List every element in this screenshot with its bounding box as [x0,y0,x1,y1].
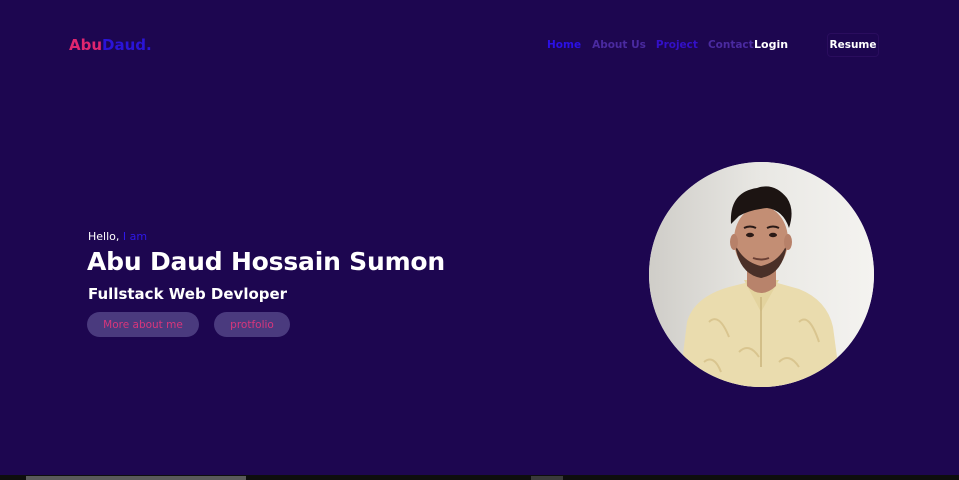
profile-photo-illustration [649,162,874,387]
hero-greeting: Hello, I am [88,230,147,243]
hero-role: Fullstack Web Devloper [88,285,288,303]
profile-photo [649,162,874,387]
site-logo[interactable]: AbuDaud. [69,36,152,54]
nav-project-link[interactable]: Project [656,39,698,51]
login-link[interactable]: Login [754,38,788,51]
main-nav: Home About Us Project Contact [547,39,754,51]
nav-home-link[interactable]: Home [547,39,581,51]
portfolio-button[interactable]: protfolio [214,312,290,337]
logo-part-daud: Daud. [102,36,152,54]
greeting-text: Hello, [88,230,120,243]
logo-part-abu: Abu [69,36,103,54]
resume-button[interactable]: Resume [827,33,879,57]
scrollbar-thumb[interactable] [26,476,246,480]
nav-contact-link[interactable]: Contact [708,39,754,51]
portfolio-page: AbuDaud. Home About Us Project Contact L… [0,0,959,480]
greeting-highlight: I am [122,230,148,243]
more-about-me-button[interactable]: More about me [87,312,199,337]
hero-name: Abu Daud Hossain Sumon [87,247,445,276]
nav-about-link[interactable]: About Us [592,39,646,51]
scrollbar-thumb-secondary[interactable] [531,476,563,480]
